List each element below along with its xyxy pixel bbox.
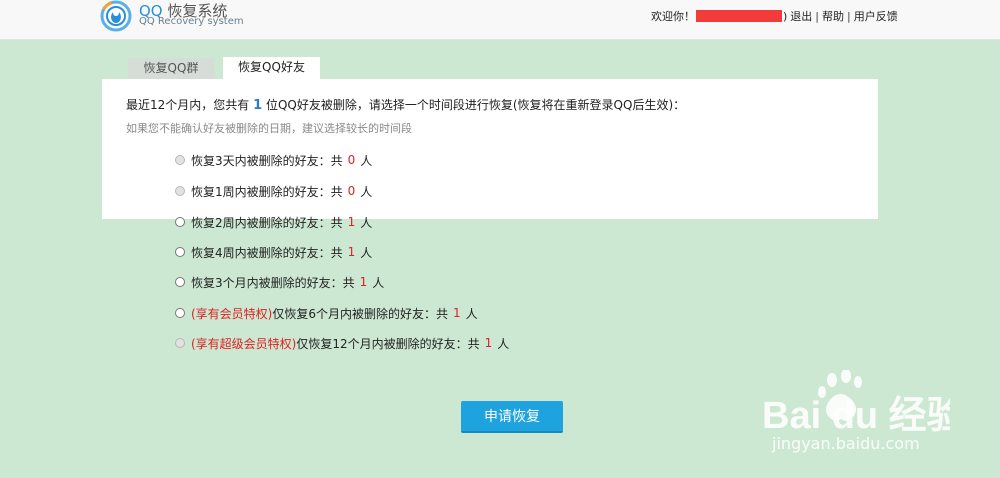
option-12-months[interactable]: (享有超级会员特权) 仅恢复12个月内被删除的好友：共 1 人 [175,335,509,351]
tab-recover-friend[interactable]: 恢复QQ好友 [223,57,320,79]
option-count: 1 [359,275,368,289]
option-unit: 人 [372,275,385,290]
option-count: 1 [453,306,461,320]
username-suffix: ) [783,9,788,23]
deleted-friend-count: 1 [253,98,263,113]
option-unit: 人 [360,215,373,230]
intro-suffix: 位QQ好友被删除，请选择一个时间段进行恢复(恢复将在重新登录QQ后生效)： [265,98,686,112]
separator: | [815,9,820,23]
option-unit: 人 [360,184,373,199]
intro-text: 最近12个月内，您共有 1 位QQ好友被删除，请选择一个时间段进行恢复(恢复将在… [126,96,685,113]
option-unit: 人 [360,245,373,260]
option-count: 0 [347,184,356,198]
watermark-url: jingyan.baidu.com [772,434,920,453]
option-count: 0 [347,153,356,167]
feedback-link[interactable]: 用户反馈 [854,8,898,24]
separator: | [847,9,851,23]
option-label: 恢复1周内被删除的好友：共 [191,184,343,199]
welcome-text: 欢迎你！ [651,10,695,23]
option-label: 恢复3天内被删除的好友：共 [191,153,343,168]
option-1-week[interactable]: 恢复1周内被删除的好友：共 0 人 [175,183,372,199]
apply-recovery-button[interactable]: 申请恢复 [461,401,563,433]
option-4-weeks[interactable]: 恢复4周内被删除的好友：共 1 人 [175,244,372,260]
option-count: 1 [347,215,356,229]
qq-recovery-logo-icon [100,0,132,32]
radio-button[interactable] [175,247,185,257]
option-label: 恢复4周内被删除的好友：共 [191,245,343,260]
option-3-days[interactable]: 恢复3天内被删除的好友：共 0 人 [175,152,372,168]
hint-text: 如果您不能确认好友被删除的日期，建议选择较长的时间段 [126,122,412,135]
option-3-months[interactable]: 恢复3个月内被删除的好友：共 1 人 [175,274,384,290]
redacted-username [696,10,782,22]
radio-button[interactable] [175,277,185,287]
option-label: 仅恢复12个月内被删除的好友：共 [296,336,480,351]
tab-recover-group[interactable]: 恢复QQ群 [128,58,214,79]
option-unit: 人 [497,336,510,351]
baidu-jingyan-watermark-logo: Bai du 经验 [762,370,950,432]
option-label: 恢复3个月内被删除的好友：共 [191,275,355,290]
option-unit: 人 [465,306,478,321]
svip-privilege-tag: (享有超级会员特权) [191,336,297,351]
option-6-months[interactable]: (享有会员特权) 仅恢复6个月内被删除的好友：共 1 人 [175,305,478,321]
watermark-brand: Bai du 经验 [762,395,950,432]
top-bar: QQ 恢复系统 QQ Recovery system 欢迎你！ ) 退出 | 帮… [0,0,1000,40]
logout-link[interactable]: 退出 [790,8,812,24]
help-link[interactable]: 帮助 [822,8,844,24]
user-area: 欢迎你！ ) 退出 | 帮助 | 用户反馈 [651,8,898,24]
option-2-weeks[interactable]: 恢复2周内被删除的好友：共 1 人 [175,214,372,230]
radio-button[interactable] [175,338,185,348]
radio-button[interactable] [175,308,185,318]
vip-privilege-tag: (享有会员特权) [191,306,273,321]
option-count: 1 [484,336,493,350]
option-count: 1 [347,245,356,259]
app-subtitle: QQ Recovery system [139,16,244,27]
option-label: 仅恢复6个月内被删除的好友：共 [272,306,449,321]
radio-button[interactable] [175,186,185,196]
radio-button[interactable] [175,155,185,165]
radio-button[interactable] [175,217,185,227]
option-label: 恢复2周内被删除的好友：共 [191,215,343,230]
option-unit: 人 [360,153,373,168]
intro-prefix: 最近12个月内，您共有 [126,98,250,112]
